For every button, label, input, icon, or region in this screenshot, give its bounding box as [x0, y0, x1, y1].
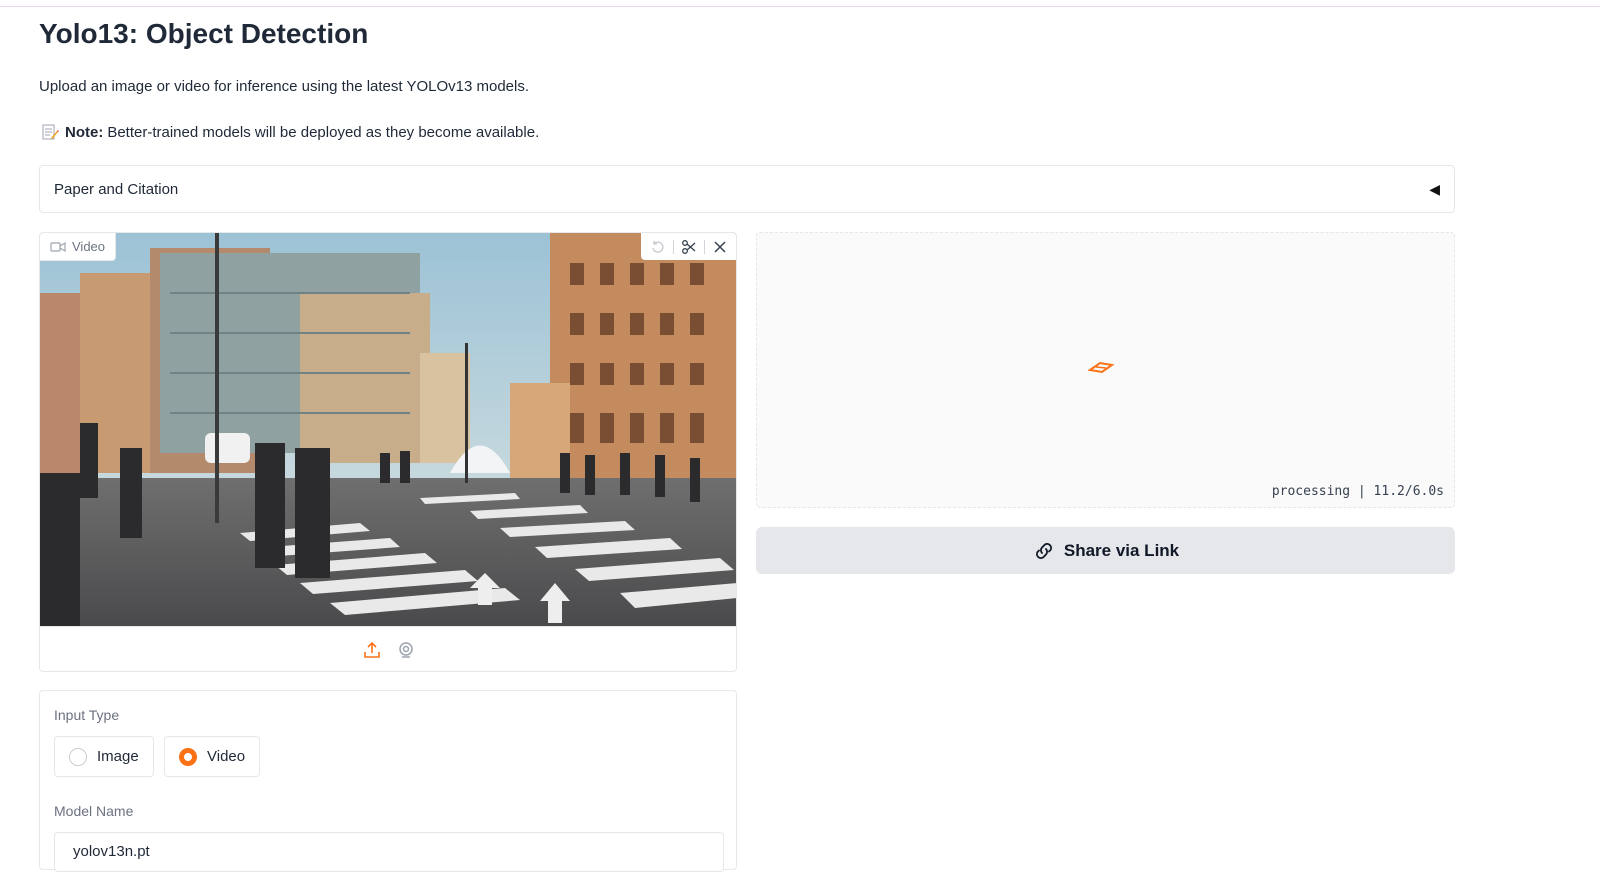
video-camera-icon: [50, 241, 66, 252]
top-strip: [0, 0, 1600, 7]
memo-icon: [42, 124, 59, 140]
toolbar-separator: [673, 239, 674, 254]
radio-option-video[interactable]: Video: [164, 736, 261, 777]
share-via-link-button[interactable]: Share via Link: [756, 527, 1455, 574]
link-icon: [1035, 542, 1052, 559]
video-input-panel: Video: [39, 232, 737, 672]
webcam-icon[interactable]: [395, 639, 417, 661]
share-button-label: Share via Link: [1063, 540, 1180, 560]
model-name-dropdown[interactable]: yolov13n.pt: [54, 832, 724, 872]
radio-button-video[interactable]: [179, 747, 197, 766]
radio-label-video: Video: [207, 748, 246, 765]
accordion-label: Paper and Citation: [54, 181, 179, 198]
model-name-value: yolov13n.pt: [73, 843, 150, 860]
note-line: Note: Better-trained models will be depl…: [39, 123, 539, 141]
radio-option-image[interactable]: Image: [54, 736, 154, 777]
model-name-label: Model Name: [54, 803, 134, 819]
accordion-toggle-icon[interactable]: ◀: [1429, 181, 1440, 198]
input-type-label: Input Type: [54, 707, 120, 723]
loading-spinner-icon: [1087, 361, 1115, 374]
processing-status: processing | 11.2/6.0s: [1271, 484, 1444, 499]
radio-button-image[interactable]: [69, 747, 87, 766]
undo-icon[interactable]: [647, 236, 669, 258]
controls-panel: Input Type Image Video Model Name yolov1…: [39, 690, 737, 872]
output-video-panel: processing | 11.2/6.0s: [756, 232, 1455, 508]
note-label: Note:: [65, 123, 104, 141]
page-title: Yolo13: Object Detection: [39, 18, 369, 49]
video-toolbar: [641, 233, 736, 260]
toolbar-separator: [704, 239, 705, 254]
video-label-badge: Video: [40, 233, 117, 261]
video-preview[interactable]: Video: [40, 233, 736, 626]
close-icon[interactable]: [709, 236, 731, 258]
source-selector-bar: [40, 626, 736, 671]
street-scene-image: [40, 233, 736, 626]
page-description: Upload an image or video for inference u…: [39, 78, 530, 95]
note-text: Better-trained models will be deployed a…: [107, 123, 540, 141]
radio-label-image: Image: [97, 748, 139, 765]
paper-citation-accordion[interactable]: Paper and Citation ◀: [39, 165, 1455, 213]
upload-icon[interactable]: [361, 639, 383, 661]
video-label-text: Video: [72, 239, 106, 254]
trim-scissors-icon[interactable]: [678, 236, 700, 258]
